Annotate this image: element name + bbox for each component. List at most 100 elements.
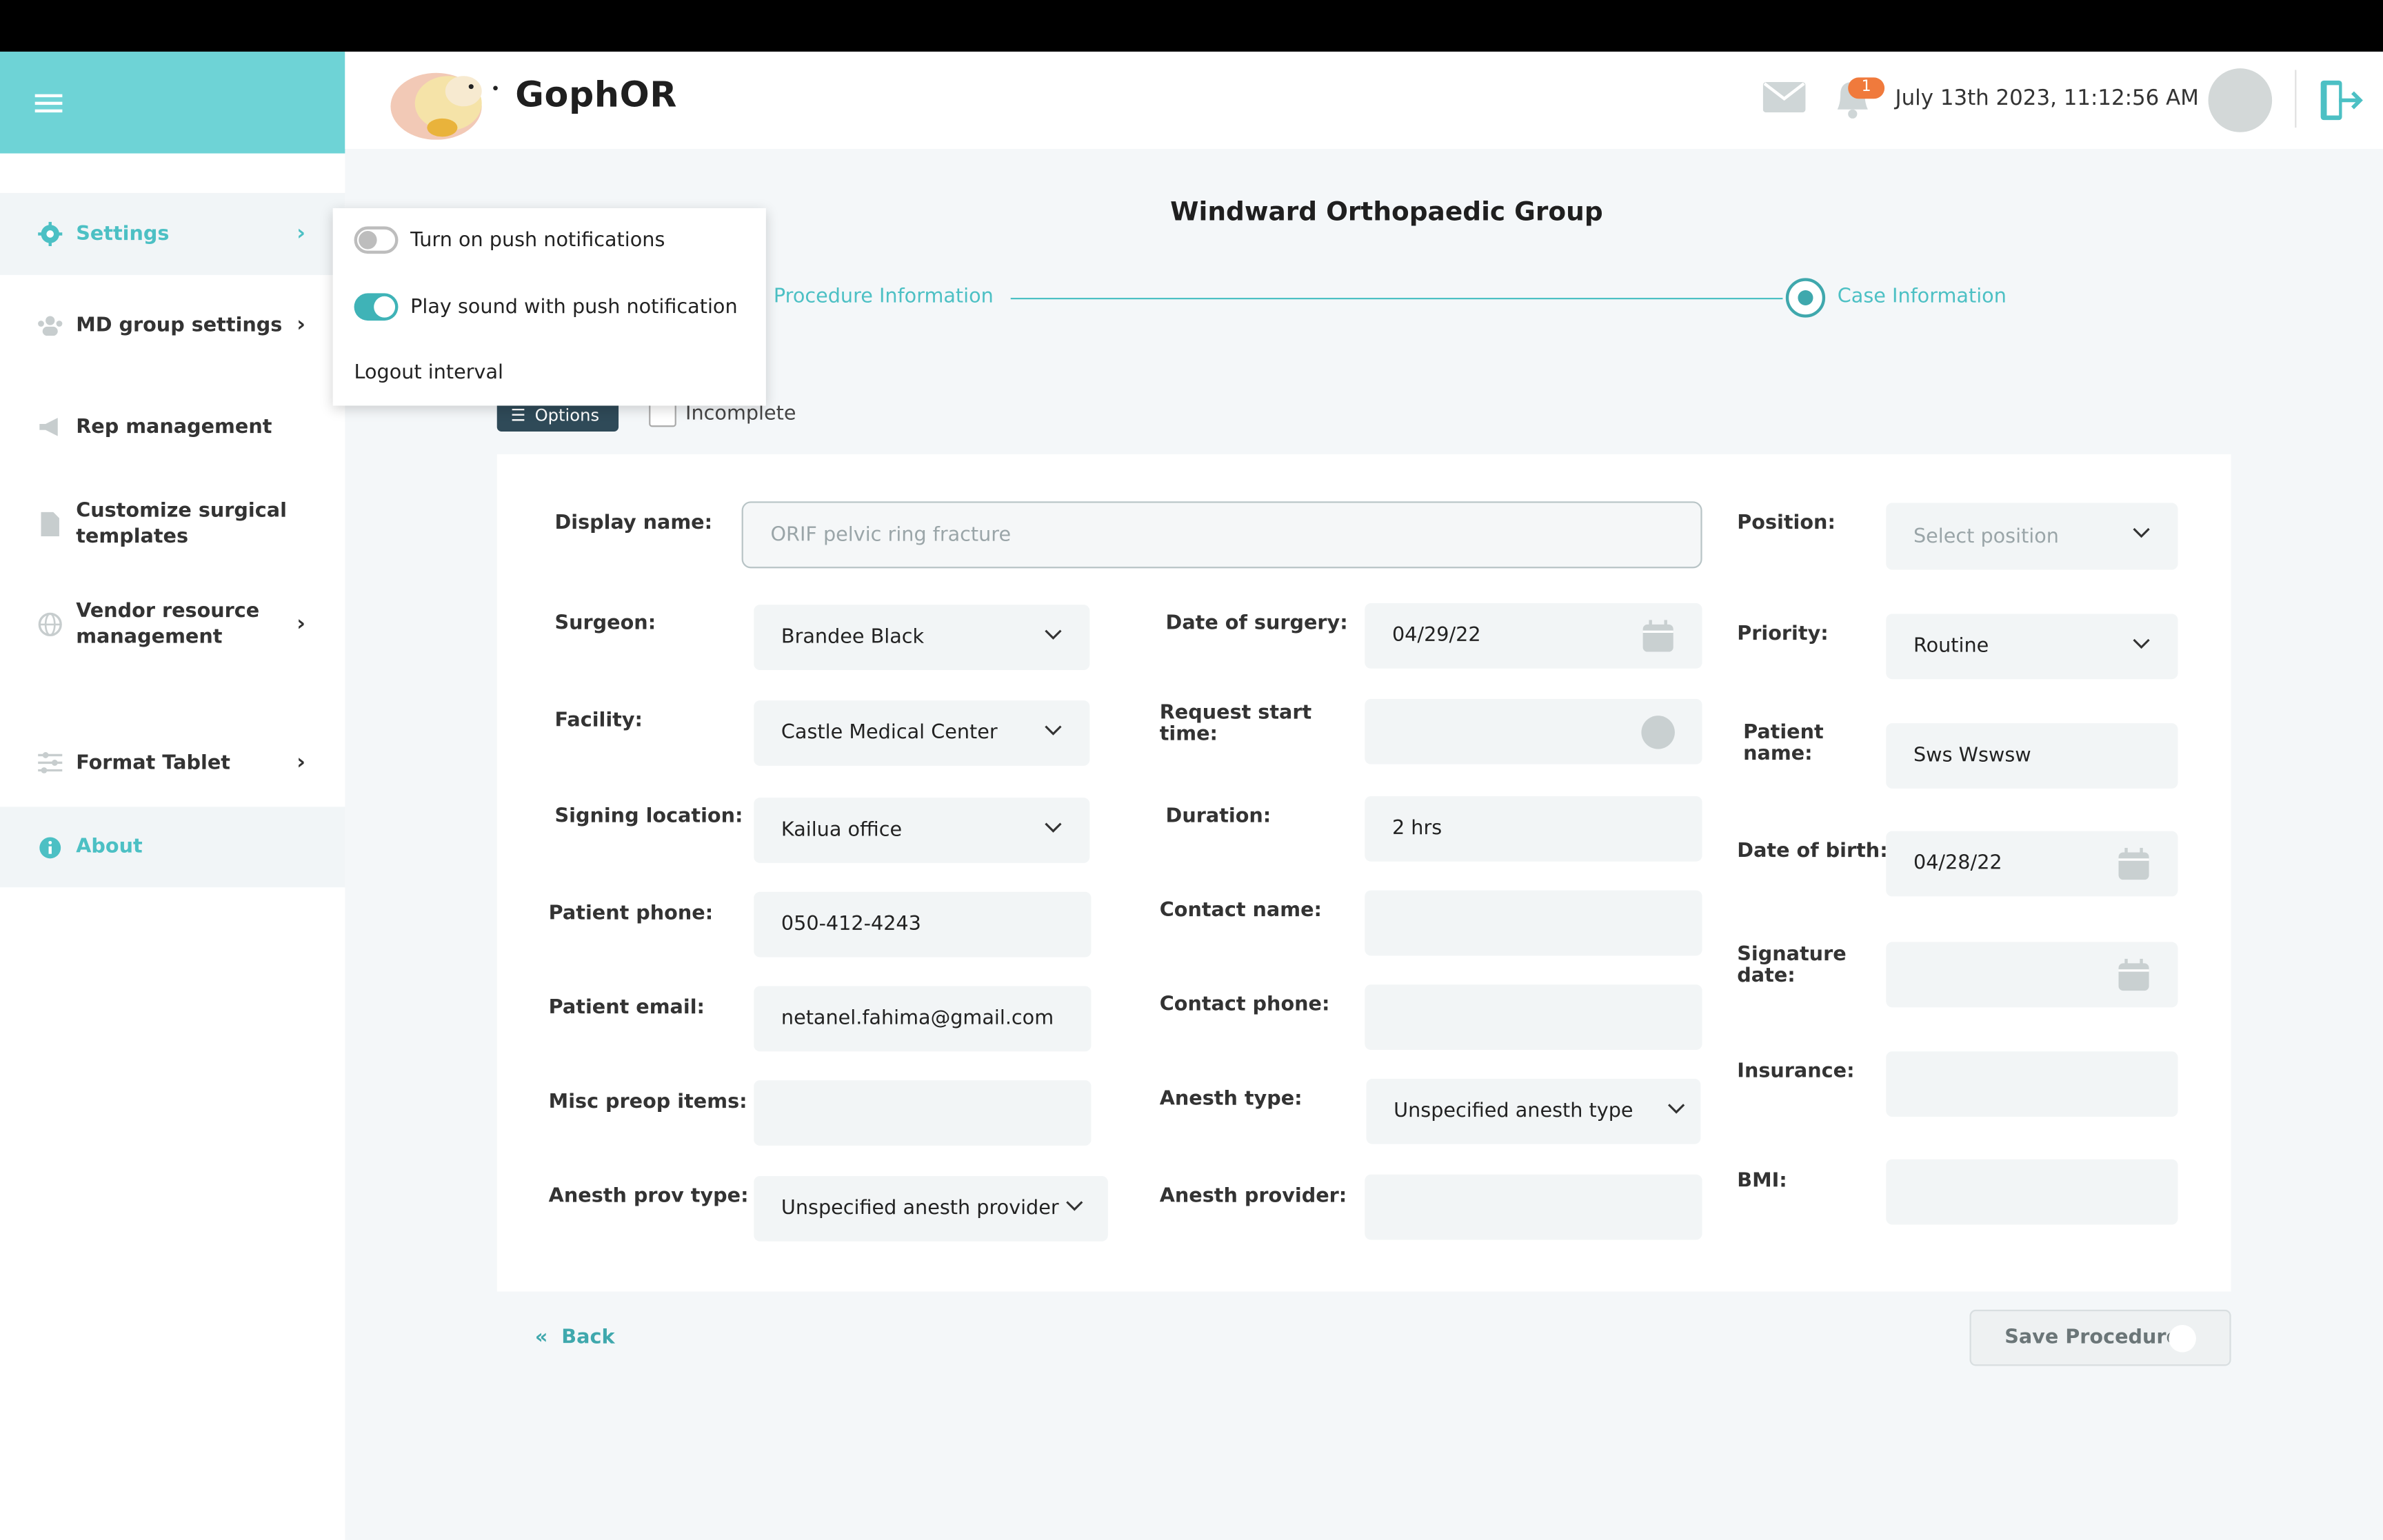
insurance-input[interactable] xyxy=(1886,1051,2178,1117)
step-case-information[interactable]: Case Information xyxy=(1838,285,2007,308)
patient-name-label: Patient name: xyxy=(1743,721,1824,766)
anesth-provider-input[interactable] xyxy=(1365,1174,1702,1240)
sidebar-item-label: About xyxy=(76,835,143,859)
patient-phone-input[interactable]: 050-412-4243 xyxy=(754,891,1092,958)
sidebar-item-label: Rep management xyxy=(76,415,272,438)
bmi-label: BMI: xyxy=(1737,1170,1787,1193)
sidebar-item-label: Vendor resource management xyxy=(76,600,260,649)
back-label: Back xyxy=(561,1326,615,1350)
push-notifications-toggle[interactable] xyxy=(354,226,399,254)
clock-icon[interactable] xyxy=(1641,716,1675,749)
sidebar-item-customize-surgical-templates[interactable]: Customize surgical templates xyxy=(0,486,345,562)
display-name-input[interactable]: ORIF pelvic ring fracture xyxy=(741,501,1702,569)
menu-toggle-button[interactable] xyxy=(0,51,345,154)
patient-phone-value: 050-412-4243 xyxy=(781,913,921,936)
date-of-birth-input[interactable]: 04/28/22 xyxy=(1886,831,2178,897)
request-start-time-label: Request start time: xyxy=(1159,702,1312,747)
facility-value: Castle Medical Center xyxy=(781,721,998,745)
anesth-provider-label: Anesth provider: xyxy=(1159,1185,1347,1208)
misc-preop-label: Misc preop items: xyxy=(548,1091,747,1114)
date-of-surgery-input[interactable]: 04/29/22 xyxy=(1365,603,1702,669)
signing-location-select[interactable]: Kailua office xyxy=(754,798,1090,863)
bmi-input[interactable] xyxy=(1886,1159,2178,1225)
position-select[interactable]: Select position xyxy=(1886,503,2178,570)
duration-input[interactable]: 2 hrs xyxy=(1365,796,1702,862)
date-of-surgery-value: 04/29/22 xyxy=(1391,624,1481,647)
step-procedure-information[interactable]: Procedure Information xyxy=(774,285,994,308)
sidebar: Settings › MD group settings › Rep manag… xyxy=(0,153,345,1540)
request-start-time-input[interactable] xyxy=(1365,698,1702,764)
priority-label: Priority: xyxy=(1737,622,1829,646)
patient-name-value: Sws Wswsw xyxy=(1913,744,2031,768)
sidebar-item-settings[interactable]: Settings › xyxy=(0,192,345,275)
signing-location-value: Kailua office xyxy=(781,819,903,842)
anesth-prov-type-value: Unspecified anesth provider xyxy=(781,1197,1059,1220)
priority-value: Routine xyxy=(1913,635,1989,658)
double-chevron-left-icon: « xyxy=(534,1326,562,1350)
users-icon xyxy=(37,312,64,339)
sidebar-item-rep-management[interactable]: Rep management xyxy=(0,396,345,457)
globe-icon xyxy=(37,611,64,638)
duration-label: Duration: xyxy=(1165,805,1271,829)
facility-select[interactable]: Castle Medical Center xyxy=(754,700,1090,766)
save-procedure-button[interactable]: Save Procedure xyxy=(1969,1309,2231,1366)
chevron-down-icon xyxy=(1045,822,1062,833)
surgeon-select[interactable]: Brandee Black xyxy=(754,605,1090,671)
anesth-type-select[interactable]: Unspecified anesth type xyxy=(1366,1078,1701,1144)
sliders-icon xyxy=(37,749,64,777)
chevron-down-icon xyxy=(2133,527,2150,538)
megaphone-icon xyxy=(37,414,64,441)
sidebar-item-vendor-resource-management[interactable]: Vendor resource management › xyxy=(0,587,345,662)
list-icon: ☰ xyxy=(510,405,526,425)
sidebar-item-about[interactable]: About xyxy=(0,807,345,888)
chevron-right-icon: › xyxy=(296,221,306,247)
chevron-down-icon xyxy=(1045,725,1062,736)
chevron-down-icon xyxy=(1066,1201,1083,1211)
header-divider xyxy=(2295,70,2297,128)
calendar-icon[interactable] xyxy=(1641,620,1674,653)
logout-interval-item[interactable]: Logout interval xyxy=(354,362,503,385)
anesth-type-label: Anesth type: xyxy=(1159,1088,1303,1111)
play-sound-label: Play sound with push notification xyxy=(410,295,738,318)
priority-select[interactable]: Routine xyxy=(1886,614,2178,680)
avatar[interactable] xyxy=(2208,68,2273,132)
chevron-down-icon xyxy=(2133,638,2150,649)
patient-email-label: Patient email: xyxy=(548,996,705,1020)
gophor-logo-icon xyxy=(390,72,498,140)
document-icon xyxy=(37,511,64,538)
calendar-icon[interactable] xyxy=(2117,847,2150,881)
check-circle-icon xyxy=(2169,1324,2196,1352)
step-current-indicator xyxy=(1785,278,1826,318)
sidebar-item-label: Format Tablet xyxy=(76,751,230,774)
patient-phone-label: Patient phone: xyxy=(548,902,714,926)
sidebar-item-md-group-settings[interactable]: MD group settings › xyxy=(0,295,345,356)
date-of-birth-value: 04/28/22 xyxy=(1913,852,2002,875)
contact-name-input[interactable] xyxy=(1365,890,1702,956)
chevron-right-icon: › xyxy=(296,612,306,637)
surgeon-label: Surgeon: xyxy=(554,612,656,636)
chevron-down-icon xyxy=(1045,629,1062,640)
misc-preop-input[interactable] xyxy=(754,1080,1092,1146)
mail-icon[interactable] xyxy=(1762,82,1806,113)
push-notifications-row[interactable]: Turn on push notifications xyxy=(354,226,665,254)
chevron-right-icon: › xyxy=(296,750,306,776)
play-sound-toggle[interactable] xyxy=(354,293,399,321)
sidebar-item-label: MD group settings xyxy=(76,314,283,337)
signature-date-input[interactable] xyxy=(1886,942,2178,1008)
signing-location-label: Signing location: xyxy=(554,805,743,829)
save-procedure-label: Save Procedure xyxy=(2004,1326,2180,1350)
top-bar xyxy=(0,0,2383,52)
calendar-icon[interactable] xyxy=(2117,958,2150,992)
stepper-line xyxy=(1010,298,1783,300)
contact-name-label: Contact name: xyxy=(1159,899,1323,922)
current-datetime: July 13th 2023, 11:12:56 AM xyxy=(1895,86,2199,111)
sidebar-item-format-tablet[interactable]: Format Tablet › xyxy=(0,732,345,793)
logout-icon[interactable] xyxy=(2317,76,2366,125)
back-button[interactable]: « Back xyxy=(535,1326,615,1349)
sidebar-item-label: Customize surgical templates xyxy=(76,500,287,549)
patient-email-input[interactable]: netanel.fahima@gmail.com xyxy=(754,986,1092,1052)
play-sound-row[interactable]: Play sound with push notification xyxy=(354,293,738,321)
patient-name-input[interactable]: Sws Wswsw xyxy=(1886,723,2178,789)
contact-phone-input[interactable] xyxy=(1365,984,1702,1051)
anesth-prov-type-select[interactable]: Unspecified anesth provider xyxy=(754,1175,1108,1242)
